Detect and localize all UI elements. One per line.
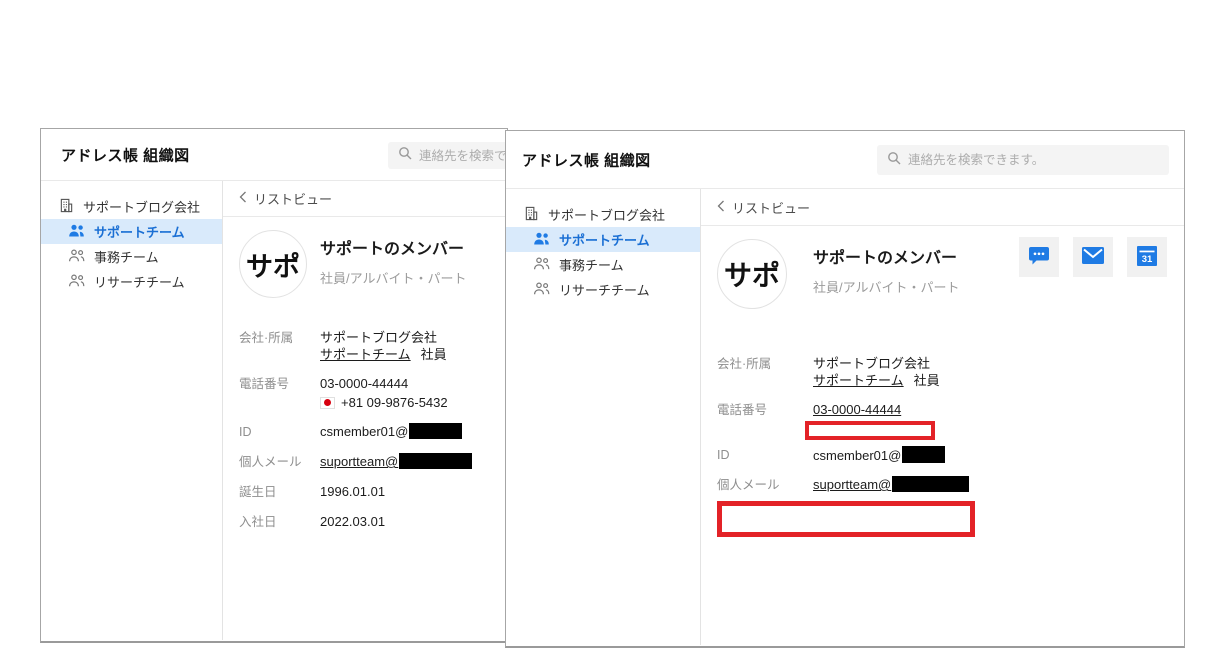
org-sidebar: サポートブログ会社 サポートチーム 事務チーム リサーチチーム [506, 189, 701, 645]
member-name: サポートのメンバー [320, 241, 465, 258]
mail-button[interactable] [1073, 237, 1113, 277]
field-list: 会社·所属 サポートブログ会社 サポートチーム 社員 電話番号 03-0000-4… [701, 355, 1184, 537]
red-annotation-box-hidden-fields [717, 501, 975, 537]
sidebar-item-label: 事務チーム [94, 250, 159, 265]
field-company: 会社·所属 サポートブログ会社 サポートチーム 社員 [717, 356, 940, 388]
field-id: ID csmember01@ [717, 446, 1184, 464]
company-name: サポートブログ会社 [813, 356, 931, 371]
id-value: csmember01@ [813, 448, 902, 463]
field-id: ID csmember01@ [239, 423, 507, 441]
chevron-left-icon [717, 200, 725, 215]
team-icon [68, 248, 85, 265]
address-book-window-front: アドレス帳 組織図 サポートブログ会社 [505, 130, 1185, 648]
field-personal-mail: 個人メール suportteam@ [717, 476, 1184, 494]
back-label: リストビュー [732, 200, 811, 216]
sidebar-item-research-team[interactable]: リサーチチーム [506, 277, 700, 302]
phone-intl-number: +81 09-9876-5432 [341, 395, 448, 410]
address-book-window-back: アドレス帳 組織図 サポートブログ会社 [40, 128, 508, 643]
sidebar-item-label: リサーチチーム [94, 275, 185, 290]
chevron-left-icon [239, 191, 247, 206]
team-icon [533, 232, 550, 248]
sidebar-item-label: リサーチチーム [559, 283, 650, 298]
sidebar-item-company[interactable]: サポートブログ会社 [41, 194, 222, 219]
field-phone: 電話番号 03-0000-44444 [717, 401, 1184, 440]
team-link[interactable]: サポートチーム [320, 347, 411, 362]
redaction-bar [902, 446, 946, 463]
sidebar-item-support-team[interactable]: サポートチーム [506, 227, 700, 252]
sidebar-item-label: サポートブログ会社 [83, 200, 201, 215]
field-personal-mail: 個人メール suportteam@ [239, 453, 507, 471]
chat-button[interactable] [1019, 237, 1059, 277]
window-header: アドレス帳 組織図 [41, 129, 507, 181]
sidebar-item-office-team[interactable]: 事務チーム [506, 252, 700, 277]
member-name: サポートのメンバー [813, 250, 958, 267]
search-input[interactable] [908, 153, 1159, 167]
page-title: アドレス帳 組織図 [61, 147, 190, 164]
back-to-list-link[interactable]: リストビュー [701, 189, 1184, 226]
profile-header: サポ サポートのメンバー 社員/アルバイト・パート [701, 226, 1184, 309]
field-birthday: 誕生日 1996.01.01 [239, 484, 386, 499]
search-icon [887, 151, 901, 170]
team-icon [533, 281, 550, 298]
action-buttons: 31 [1019, 237, 1167, 277]
profile-header: サポ サポートのメンバー 社員/アルバイト・パート [223, 217, 507, 298]
back-to-list-link[interactable]: リストビュー [223, 181, 507, 217]
employment-type: 社員 [913, 373, 940, 388]
building-icon [524, 206, 539, 224]
search-box[interactable] [388, 142, 507, 169]
japan-flag-icon [320, 396, 335, 409]
company-name: サポートブログ会社 [320, 330, 438, 345]
sidebar-item-label: サポートチーム [559, 233, 650, 248]
personal-mail-link[interactable]: suportteam@ [320, 454, 398, 469]
field-company: 会社·所属 サポートブログ会社 サポートチーム 社員 [239, 330, 447, 362]
chat-icon [1028, 246, 1050, 269]
redaction-bar [409, 423, 463, 439]
sidebar-item-company[interactable]: サポートブログ会社 [506, 202, 700, 227]
member-role: 社員/アルバイト・パート [320, 271, 467, 286]
field-list: 会社·所属 サポートブログ会社 サポートチーム 社員 電話番号 03-0000-4… [223, 329, 507, 531]
redaction-bar [892, 476, 970, 492]
employment-type: 社員 [420, 347, 447, 362]
redaction-bar [399, 453, 473, 469]
red-annotation-box-phone [805, 421, 935, 440]
join-date-value: 2022.03.01 [320, 514, 386, 529]
sidebar-item-support-team[interactable]: サポートチーム [41, 219, 222, 244]
sidebar-item-label: 事務チーム [559, 258, 624, 273]
building-icon [59, 198, 74, 216]
search-icon [398, 146, 412, 165]
calendar-icon: 31 [1137, 245, 1157, 269]
calendar-button[interactable]: 31 [1127, 237, 1167, 277]
birthday-value: 1996.01.01 [320, 484, 386, 499]
window-header: アドレス帳 組織図 [506, 131, 1184, 189]
member-role: 社員/アルバイト・パート [813, 280, 960, 295]
field-join-date: 入社日 2022.03.01 [239, 514, 386, 529]
sidebar-item-label: サポートチーム [94, 225, 185, 240]
team-icon [68, 224, 85, 240]
sidebar-item-office-team[interactable]: 事務チーム [41, 244, 222, 269]
search-input[interactable] [419, 148, 507, 163]
org-sidebar: サポートブログ会社 サポートチーム 事務チーム リサーチチーム [41, 181, 223, 640]
mail-icon [1082, 247, 1104, 267]
phone-number: 03-0000-44444 [813, 402, 902, 417]
phone-number: 03-0000-44444 [320, 376, 409, 391]
sidebar-item-label: サポートブログ会社 [548, 208, 666, 223]
back-label: リストビュー [254, 192, 333, 207]
team-icon [68, 273, 85, 290]
detail-pane: リストビュー サポ サポートのメンバー 社員/アルバイト・パート 31 会社·所… [701, 189, 1184, 645]
personal-mail-link[interactable]: suportteam@ [813, 477, 891, 492]
page-title: アドレス帳 組織図 [522, 152, 651, 169]
team-icon [533, 256, 550, 273]
avatar: サポ [239, 230, 307, 298]
avatar: サポ [717, 239, 787, 309]
id-value: csmember01@ [320, 424, 409, 439]
team-link[interactable]: サポートチーム [813, 373, 904, 388]
svg-text:31: 31 [1142, 254, 1153, 265]
sidebar-item-research-team[interactable]: リサーチチーム [41, 269, 222, 294]
field-phone: 電話番号 03-0000-44444 +81 09-9876-5432 [239, 376, 448, 410]
detail-pane: リストビュー サポ サポートのメンバー 社員/アルバイト・パート 会社·所属 サ… [223, 181, 507, 640]
search-box[interactable] [877, 145, 1169, 175]
